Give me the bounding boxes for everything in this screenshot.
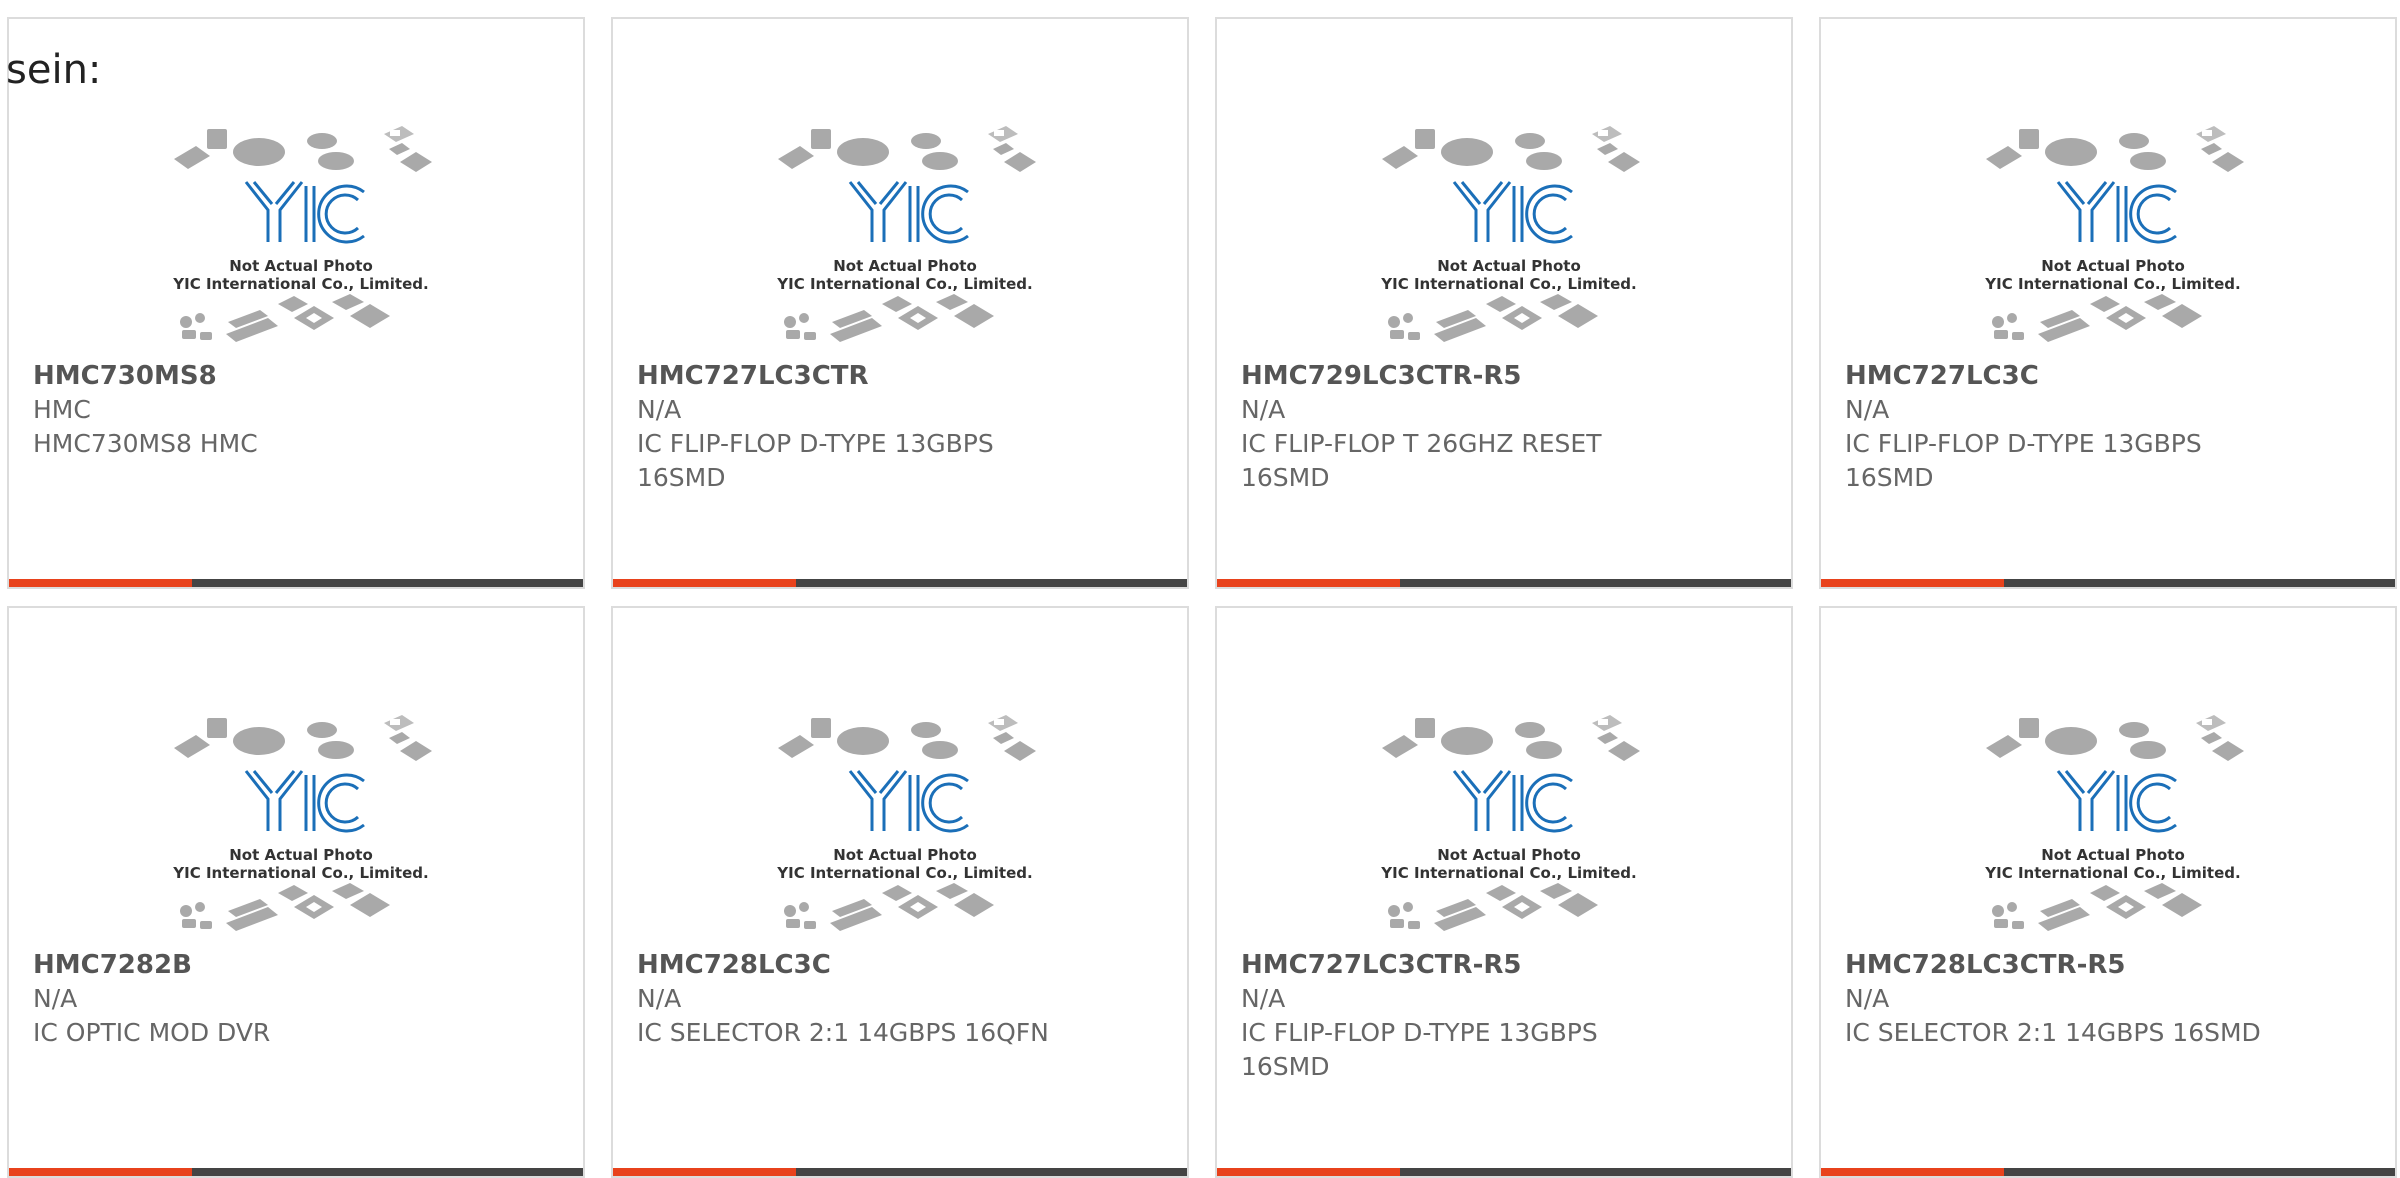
chip-placeholder-image: Not Actual Photo YIC International Co., … [172, 715, 432, 931]
card-accent-bar [613, 1168, 796, 1176]
product-card-2[interactable]: Not Actual Photo YIC International Co., … [611, 17, 1189, 589]
product-info: HMC727LC3C N/A IC FLIP-FLOP D-TYPE 13GBP… [1845, 359, 2375, 495]
card-bottom-bar [9, 579, 583, 587]
product-photo-placeholder[interactable]: Not Actual Photo YIC International Co., … [1372, 693, 1642, 953]
description: IC FLIP-FLOP D-TYPE 13GBPS 16SMD [637, 429, 994, 492]
watermark-line2: YIC International Co., Limited. [1984, 275, 2240, 293]
watermark-line2: YIC International Co., Limited. [1380, 864, 1636, 882]
product-photo-placeholder[interactable]: Not Actual Photo YIC International Co., … [768, 693, 1038, 953]
description: IC SELECTOR 2:1 14GBPS 16QFN [637, 1018, 1049, 1047]
product-card-6[interactable]: Not Actual Photo YIC International Co., … [611, 606, 1189, 1178]
watermark-line1: Not Actual Photo [2041, 846, 2185, 864]
overlay-text: sein: [6, 47, 102, 93]
manufacturer: HMC [33, 395, 91, 424]
yic-logo-icon [1452, 770, 1573, 833]
product-info: HMC728LC3C N/A IC SELECTOR 2:1 14GBPS 16… [637, 948, 1167, 1050]
watermark-line2: YIC International Co., Limited. [1984, 864, 2240, 882]
yic-logo-icon [2056, 181, 2177, 244]
product-grid: Not Actual Photo YIC International Co., … [0, 0, 2400, 1178]
description: IC OPTIC MOD DVR [33, 1018, 271, 1047]
card-accent-bar [1821, 579, 2004, 587]
watermark-line1: Not Actual Photo [1437, 846, 1581, 864]
card-bottom-bar [1217, 579, 1791, 587]
yic-logo-icon [848, 181, 969, 244]
product-photo-placeholder[interactable]: Not Actual Photo YIC International Co., … [1976, 693, 2246, 953]
chip-placeholder-image: Not Actual Photo YIC International Co., … [1984, 126, 2244, 342]
product-photo-placeholder[interactable]: Not Actual Photo YIC International Co., … [164, 693, 434, 953]
watermark-line2: YIC International Co., Limited. [172, 275, 428, 293]
part-number[interactable]: HMC729LC3CTR-R5 [1241, 359, 1771, 393]
manufacturer: N/A [1241, 395, 1286, 424]
chip-placeholder-image: Not Actual Photo YIC International Co., … [1380, 715, 1640, 931]
chip-placeholder-image: Not Actual Photo YIC International Co., … [1984, 715, 2244, 931]
description: HMC730MS8 HMC [33, 429, 258, 458]
chip-placeholder-image: Not Actual Photo YIC International Co., … [776, 126, 1036, 342]
description: IC FLIP-FLOP D-TYPE 13GBPS 16SMD [1241, 1018, 1598, 1081]
product-photo-placeholder[interactable]: Not Actual Photo YIC International Co., … [768, 104, 1038, 364]
product-info: HMC730MS8 HMC HMC730MS8 HMC [33, 359, 563, 461]
product-info: HMC727LC3CTR-R5 N/A IC FLIP-FLOP D-TYPE … [1241, 948, 1771, 1084]
product-photo-placeholder[interactable]: Not Actual Photo YIC International Co., … [164, 104, 434, 364]
watermark-line1: Not Actual Photo [833, 257, 977, 275]
card-bottom-bar [1821, 579, 2395, 587]
product-card-8[interactable]: Not Actual Photo YIC International Co., … [1819, 606, 2397, 1178]
card-bottom-bar [613, 1168, 1187, 1176]
watermark-line1: Not Actual Photo [2041, 257, 2185, 275]
card-bottom-bar [1821, 1168, 2395, 1176]
watermark-line1: Not Actual Photo [229, 846, 373, 864]
product-card-7[interactable]: Not Actual Photo YIC International Co., … [1215, 606, 1793, 1178]
description: IC FLIP-FLOP T 26GHZ RESET 16SMD [1241, 429, 1602, 492]
yic-logo-icon [244, 770, 365, 833]
card-accent-bar [1217, 579, 1400, 587]
card-accent-bar [1821, 1168, 2004, 1176]
card-bottom-bar [9, 1168, 583, 1176]
part-number[interactable]: HMC727LC3CTR [637, 359, 1167, 393]
product-info: HMC7282B N/A IC OPTIC MOD DVR [33, 948, 563, 1050]
watermark-line1: Not Actual Photo [229, 257, 373, 275]
chip-placeholder-image: Not Actual Photo YIC International Co., … [172, 126, 432, 342]
product-card-3[interactable]: Not Actual Photo YIC International Co., … [1215, 17, 1793, 589]
product-card-5[interactable]: Not Actual Photo YIC International Co., … [7, 606, 585, 1178]
card-accent-bar [9, 1168, 192, 1176]
chip-placeholder-image: Not Actual Photo YIC International Co., … [776, 715, 1036, 931]
part-number[interactable]: HMC728LC3CTR-R5 [1845, 948, 2375, 982]
product-card-1[interactable]: Not Actual Photo YIC International Co., … [7, 17, 585, 589]
card-accent-bar [613, 579, 796, 587]
card-accent-bar [1217, 1168, 1400, 1176]
card-bottom-bar [613, 579, 1187, 587]
product-info: HMC728LC3CTR-R5 N/A IC SELECTOR 2:1 14GB… [1845, 948, 2375, 1050]
part-number[interactable]: HMC7282B [33, 948, 563, 982]
manufacturer: N/A [33, 984, 78, 1013]
manufacturer: N/A [637, 984, 682, 1013]
product-info: HMC729LC3CTR-R5 N/A IC FLIP-FLOP T 26GHZ… [1241, 359, 1771, 495]
yic-logo-icon [244, 181, 365, 244]
watermark-line2: YIC International Co., Limited. [1380, 275, 1636, 293]
manufacturer: N/A [637, 395, 682, 424]
watermark-line1: Not Actual Photo [1437, 257, 1581, 275]
product-photo-placeholder[interactable]: Not Actual Photo YIC International Co., … [1372, 104, 1642, 364]
chip-placeholder-image: Not Actual Photo YIC International Co., … [1380, 126, 1640, 342]
watermark-line2: YIC International Co., Limited. [776, 864, 1032, 882]
product-photo-placeholder[interactable]: Not Actual Photo YIC International Co., … [1976, 104, 2246, 364]
watermark-line2: YIC International Co., Limited. [172, 864, 428, 882]
watermark-line2: YIC International Co., Limited. [776, 275, 1032, 293]
yic-logo-icon [848, 770, 969, 833]
part-number[interactable]: HMC730MS8 [33, 359, 563, 393]
product-info: HMC727LC3CTR N/A IC FLIP-FLOP D-TYPE 13G… [637, 359, 1167, 495]
part-number[interactable]: HMC727LC3CTR-R5 [1241, 948, 1771, 982]
watermark-line1: Not Actual Photo [833, 846, 977, 864]
manufacturer: N/A [1241, 984, 1286, 1013]
part-number[interactable]: HMC728LC3C [637, 948, 1167, 982]
product-card-4[interactable]: Not Actual Photo YIC International Co., … [1819, 17, 2397, 589]
manufacturer: N/A [1845, 984, 1890, 1013]
description: IC SELECTOR 2:1 14GBPS 16SMD [1845, 1018, 2261, 1047]
description: IC FLIP-FLOP D-TYPE 13GBPS 16SMD [1845, 429, 2202, 492]
yic-logo-icon [1452, 181, 1573, 244]
card-bottom-bar [1217, 1168, 1791, 1176]
card-accent-bar [9, 579, 192, 587]
manufacturer: N/A [1845, 395, 1890, 424]
yic-logo-icon [2056, 770, 2177, 833]
part-number[interactable]: HMC727LC3C [1845, 359, 2375, 393]
